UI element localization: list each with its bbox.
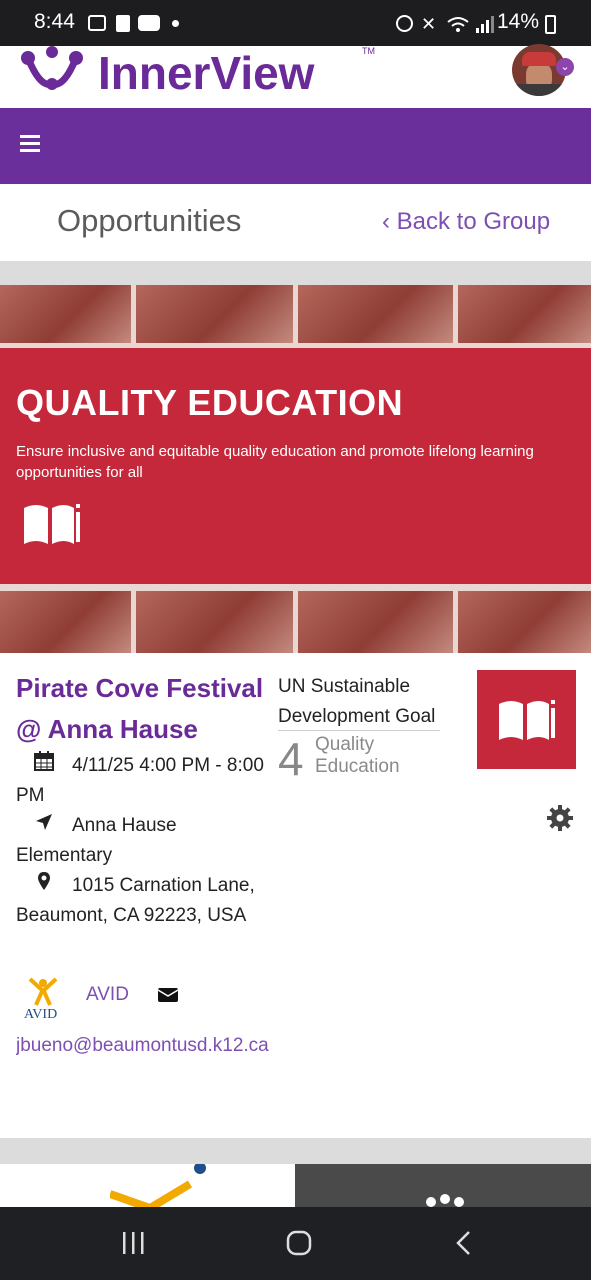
avid-logo[interactable]: AVID xyxy=(20,975,66,1021)
email-link[interactable]: jbueno@beaumontusd.k12.ca xyxy=(16,1035,278,1057)
back-to-group-link[interactable]: ‹ Back to Group xyxy=(382,208,550,236)
gear-icon[interactable] xyxy=(546,804,574,832)
alarm-icon xyxy=(396,15,413,32)
youtube-icon xyxy=(138,15,160,31)
book-icon xyxy=(499,700,555,740)
signal-icon xyxy=(447,16,494,33)
banner-title: QUALITY EDUCATION xyxy=(16,382,404,423)
section-divider xyxy=(0,261,591,285)
sdg-divider xyxy=(278,730,440,731)
innerview-logo-icon xyxy=(426,1194,464,1207)
recent-apps-icon[interactable] xyxy=(121,1231,145,1255)
banner-subtitle: Ensure inclusive and equitable quality e… xyxy=(16,443,534,481)
home-icon[interactable] xyxy=(286,1230,312,1256)
calendar-icon xyxy=(16,751,72,781)
system-nav-bar xyxy=(0,1207,591,1280)
book-icon xyxy=(24,504,80,544)
avid-logo xyxy=(110,1164,206,1208)
svg-text:AVID: AVID xyxy=(24,1007,57,1021)
alert-icon xyxy=(116,15,130,32)
page-title: Opportunities xyxy=(57,203,242,238)
sdg-label: UN Sustainable Development Goal xyxy=(278,676,436,727)
chevron-down-icon[interactable]: ⌄ xyxy=(556,58,574,76)
menu-icon[interactable] xyxy=(20,135,40,155)
nav-bar xyxy=(0,108,591,184)
battery-percent: 14% xyxy=(497,10,540,33)
event-datetime: 4/11/25 4:00 PM - 8:00 PM xyxy=(16,751,268,811)
sdg-name: Quality Education xyxy=(315,734,400,777)
event-location: Anna Hause Elementary xyxy=(16,811,268,871)
event-title[interactable]: Pirate Cove Festival @ Anna Hause xyxy=(16,668,274,750)
next-card-left[interactable] xyxy=(0,1164,295,1208)
location-arrow-icon xyxy=(16,811,72,841)
section-divider xyxy=(0,1138,591,1164)
envelope-icon[interactable] xyxy=(158,987,178,1003)
logo-trademark: TM xyxy=(362,46,375,56)
status-bar: 8:44 ✕ 14% xyxy=(0,0,591,46)
logo-wordmark[interactable]: InnerView xyxy=(98,48,314,98)
organization-link[interactable]: AVID xyxy=(86,984,129,1006)
sdg-tile[interactable] xyxy=(477,670,576,769)
next-card-right[interactable] xyxy=(295,1164,591,1208)
mute-icon: ✕ xyxy=(421,14,437,34)
gallery-icon xyxy=(88,15,106,31)
battery-icon xyxy=(545,15,556,34)
status-time: 8:44 xyxy=(34,10,75,33)
dot-icon xyxy=(172,20,179,27)
back-icon[interactable] xyxy=(455,1230,473,1256)
event-address: 1015 Carnation Lane, Beaumont, CA 92223,… xyxy=(16,871,268,931)
innerview-logo-icon[interactable] xyxy=(18,44,86,94)
sdg-number: 4 xyxy=(278,733,304,785)
map-pin-icon xyxy=(16,871,72,901)
